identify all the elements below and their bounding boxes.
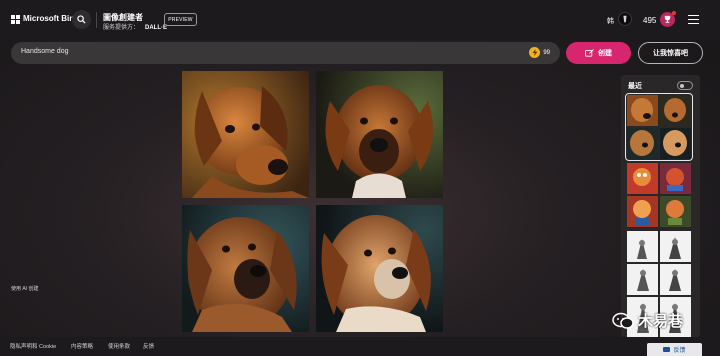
rewards-button[interactable] [660,11,676,27]
recent-title: 最近 [628,83,642,90]
rewards-points[interactable]: 495 [643,16,656,25]
user-name[interactable]: 韩 [607,16,614,26]
menu-icon[interactable] [688,15,699,24]
footer: 隐私声明和 Cookie 内容策略 使用条款 反馈 [0,337,720,356]
ai-created-note: 使用 AI 创建 [11,286,39,292]
provider-label: 服务提供方： [103,25,140,31]
trophy-icon [664,15,671,23]
user-avatar-icon [623,15,627,23]
result-image-4[interactable] [316,205,443,332]
provider-text: 服务提供方： DALL·E [103,22,167,31]
watermark-text: 木易巷 [638,313,684,330]
avatar[interactable] [618,12,632,26]
search-button[interactable] [72,10,91,29]
dog-image-3 [182,205,309,332]
preview-badge: PREVIEW [164,13,197,26]
result-image-1[interactable] [182,71,309,198]
dog-collage-thumbnail [627,95,691,159]
dog-image-4 [316,205,443,332]
bing-brand-link[interactable]: Microsoft Bing [23,14,79,23]
notification-dot [672,11,676,15]
dog-image-2 [316,71,443,198]
provider-name: DALL·E [145,25,168,31]
recent-thumbnail-3[interactable] [627,231,691,295]
create-icon [585,49,594,57]
prompt-input[interactable]: Handsome dog 99 [11,42,560,64]
result-image-3[interactable] [182,205,309,332]
feedback-button[interactable]: 反馈 [647,343,702,356]
create-label: 创建 [598,50,612,57]
sketch-collage-thumbnail [627,231,691,295]
create-button[interactable]: 创建 [566,42,631,64]
footer-link-privacy[interactable]: 隐私声明和 Cookie [10,342,56,350]
boost-count: 99 [543,49,550,56]
wechat-icon [612,312,634,329]
watermark: 木易巷 [612,310,683,331]
search-icon [77,15,86,24]
prompt-text[interactable]: Handsome dog [21,48,68,55]
recent-toggle[interactable] [677,81,693,90]
recent-panel: 最近 [621,75,700,337]
boost-coin-icon [529,47,541,58]
recent-thumbnail-1[interactable] [625,93,693,161]
top-bar: Microsoft Bing 圖像創建者 服务提供方： DALL·E PREVIE… [0,0,720,40]
footer-link-terms[interactable]: 使用条款 [108,342,130,350]
dog-image-1 [182,71,309,198]
boost-counter[interactable]: 99 [529,47,550,58]
recent-thumbnail-2[interactable] [627,163,691,227]
surprise-me-button[interactable]: 让我惊喜吧 [638,42,703,64]
footer-link-feedback[interactable]: 反馈 [143,342,154,350]
header-divider [96,12,97,28]
result-image-2[interactable] [316,71,443,198]
feedback-label: 反馈 [673,348,686,354]
microsoft-logo-icon [11,15,20,24]
feedback-icon [663,347,671,352]
cartoon-collage-thumbnail [627,163,691,227]
footer-link-content-policy[interactable]: 内容策略 [71,342,93,350]
